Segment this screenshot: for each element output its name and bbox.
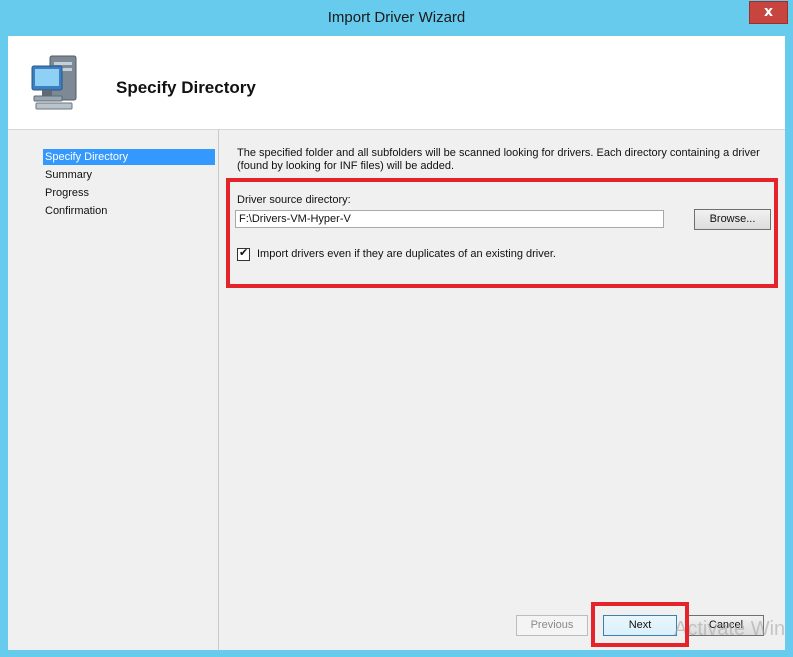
page-title: Specify Directory xyxy=(116,78,256,97)
browse-button[interactable]: Browse... xyxy=(694,209,771,230)
nav-item-specify-directory[interactable]: Specify Directory xyxy=(43,149,215,165)
previous-button[interactable]: Previous xyxy=(516,615,588,636)
import-duplicates-checkbox[interactable]: ✔ xyxy=(237,246,250,261)
import-duplicates-label[interactable]: Import drivers even if they are duplicat… xyxy=(257,248,556,260)
nav-item-confirmation[interactable]: Confirmation xyxy=(43,203,215,219)
wizard-header: Specify Directory xyxy=(8,36,785,130)
window-frame-bottom xyxy=(0,650,793,657)
wizard-window: Import Driver Wizard x Specify Directory… xyxy=(0,0,793,657)
checkmark-icon: ✔ xyxy=(239,246,249,259)
annotation-highlight-next xyxy=(591,602,689,647)
window-title: Import Driver Wizard xyxy=(327,9,466,26)
close-button[interactable]: x xyxy=(749,1,788,24)
activation-watermark: Activate Win xyxy=(674,618,786,640)
computer-icon xyxy=(31,55,77,110)
window-frame-left xyxy=(0,36,8,657)
description-text: The specified folder and all subfolders … xyxy=(237,147,760,172)
nav-item-summary[interactable]: Summary xyxy=(43,167,215,183)
title-bar[interactable]: Import Driver Wizard x xyxy=(0,0,793,36)
driver-source-label: Driver source directory: xyxy=(237,194,351,206)
window-frame-right xyxy=(785,36,793,657)
nav-item-progress[interactable]: Progress xyxy=(43,185,215,201)
wizard-step-list: Specify Directory Summary Progress Confi… xyxy=(8,130,219,650)
wizard-content: The specified folder and all subfolders … xyxy=(219,130,785,650)
driver-source-input[interactable] xyxy=(235,210,664,228)
